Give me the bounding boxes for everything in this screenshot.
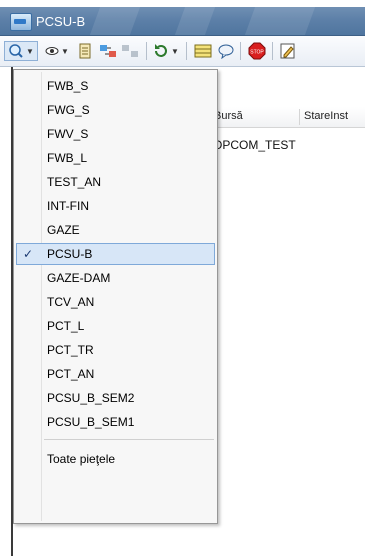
market-dropdown-menu: FWB_S FWG_S FWV_S FWB_L TEST_AN INT-FIN … bbox=[13, 69, 218, 524]
market-selector-icon bbox=[9, 44, 23, 58]
menu-item-fwv-s[interactable]: FWV_S bbox=[16, 123, 215, 145]
menu-item-fwg-s[interactable]: FWG_S bbox=[16, 99, 215, 121]
view-button[interactable]: ▼ bbox=[42, 41, 72, 61]
eye-icon bbox=[45, 47, 59, 55]
menu-item-pct-tr[interactable]: PCT_TR bbox=[16, 339, 215, 361]
chevron-down-icon: ▼ bbox=[171, 46, 179, 56]
menu-item-pcsu-b[interactable]: ✓ PCSU-B bbox=[16, 243, 215, 265]
edit-icon bbox=[280, 43, 295, 59]
transfer-button[interactable] bbox=[98, 41, 118, 61]
transfer-disabled-icon bbox=[122, 45, 138, 57]
column-header-stareinst[interactable]: StareInst bbox=[304, 110, 348, 122]
window-title: PCSU-B bbox=[36, 14, 86, 29]
transfer-disabled-button[interactable] bbox=[120, 41, 140, 61]
chevron-down-icon: ▼ bbox=[26, 46, 34, 56]
edit-button[interactable] bbox=[278, 41, 298, 61]
menu-separator bbox=[44, 439, 214, 440]
menu-item-gaze-dam[interactable]: GAZE-DAM bbox=[16, 267, 215, 289]
stop-label: STOP bbox=[250, 50, 264, 56]
refresh-button[interactable]: ▼ bbox=[151, 41, 181, 61]
top-cut-off-text bbox=[0, 0, 365, 7]
menu-item-fwb-s[interactable]: FWB_S bbox=[16, 75, 215, 97]
menu-item-int-fin[interactable]: INT-FIN bbox=[16, 195, 215, 217]
document-icon bbox=[79, 43, 91, 59]
grid-icon bbox=[194, 44, 212, 58]
refresh-icon bbox=[155, 44, 168, 57]
column-header-bursa[interactable]: Bursă bbox=[214, 110, 243, 122]
stop-button[interactable]: STOP bbox=[246, 41, 268, 61]
grid-header: Bursă StareInst bbox=[211, 107, 365, 128]
message-button[interactable] bbox=[216, 41, 236, 61]
menu-item-pcsu-b-sem2[interactable]: PCSU_B_SEM2 bbox=[16, 387, 215, 409]
menu-item-pct-an[interactable]: PCT_AN bbox=[16, 363, 215, 385]
menu-item-toate-pietele[interactable]: Toate pieţele bbox=[16, 448, 215, 470]
stop-icon: STOP bbox=[248, 42, 266, 60]
message-icon bbox=[218, 44, 234, 59]
document-button[interactable] bbox=[76, 41, 94, 61]
chevron-down-icon: ▼ bbox=[61, 46, 69, 56]
transfer-icon bbox=[100, 45, 116, 57]
grid-button[interactable] bbox=[192, 41, 214, 61]
menu-item-gaze[interactable]: GAZE bbox=[16, 219, 215, 241]
checkmark-icon: ✓ bbox=[23, 247, 34, 261]
window-titlebar[interactable]: PCSU-B bbox=[0, 7, 365, 36]
menu-item-pcsu-b-sem1[interactable]: PCSU_B_SEM1 bbox=[16, 411, 215, 433]
menu-item-pct-l[interactable]: PCT_L bbox=[16, 315, 215, 337]
app-icon bbox=[10, 13, 32, 31]
menu-item-tcv-an[interactable]: TCV_AN bbox=[16, 291, 215, 313]
toolbar: ▼ ▼ ▼ STOP bbox=[0, 36, 365, 67]
table-cell-bursa[interactable]: OPCOM_TEST bbox=[213, 138, 296, 152]
menu-item-test-an[interactable]: TEST_AN bbox=[16, 171, 215, 193]
menu-item-fwb-l[interactable]: FWB_L bbox=[16, 147, 215, 169]
market-selector-button[interactable]: ▼ bbox=[4, 41, 38, 61]
